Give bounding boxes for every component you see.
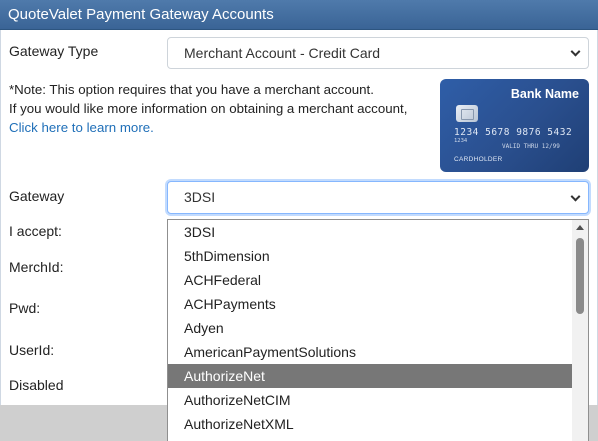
card-sub-number: 1234 [454,138,468,144]
card-expiry: VALID THRU 12/99 [502,143,560,150]
card-expiry-date: 12/99 [541,143,560,150]
card-chip-icon [456,105,478,122]
i-accept-label: I accept: [9,223,62,239]
merch-id-label: MerchId: [9,259,64,275]
user-id-label: UserId: [9,342,55,358]
chevron-down-icon [570,46,581,57]
dropdown-option-highlighted[interactable]: AuthorizeNet [168,364,573,388]
gateway-type-label: Gateway Type [9,43,99,59]
card-valid-label: VALID THRU [502,143,539,150]
disabled-label: Disabled [9,377,64,393]
card-bank-name: Bank Name [510,87,579,101]
dropdown-option[interactable]: 3DSI [168,220,573,244]
dropdown-option[interactable]: ACHFederal [168,268,573,292]
gateway-type-value: Merchant Account - Credit Card [184,45,381,61]
dropdown-scrollbar[interactable] [572,220,588,441]
gateway-type-select[interactable]: Merchant Account - Credit Card [167,37,589,69]
window-title: QuoteValet Payment Gateway Accounts [0,0,598,30]
credit-card-image: Bank Name 1234 5678 9876 5432 1234 VALID… [440,79,589,172]
dropdown-option[interactable]: Adyen [168,316,573,340]
panel-border-left [0,30,1,405]
gateway-label: Gateway [9,188,65,204]
card-number: 1234 5678 9876 5432 [454,127,573,138]
pwd-label: Pwd: [9,300,41,316]
card-holder: CARDHOLDER [454,156,503,163]
gateway-select[interactable]: 3DSI [167,181,589,214]
learn-more-link[interactable]: Click here to learn more. [9,120,154,135]
scroll-thumb[interactable] [576,238,584,314]
dropdown-option[interactable]: AuthorizeNetXML [168,412,573,436]
gateway-dropdown-list[interactable]: 3DSI 5thDimension ACHFederal ACHPayments… [167,219,589,441]
dropdown-option[interactable]: AmericanPaymentSolutions [168,340,573,364]
dropdown-option[interactable]: ACHPayments [168,292,573,316]
chevron-down-icon [570,191,581,202]
dropdown-option[interactable]: AuthorizeNetCIM [168,388,573,412]
note-line-1: *Note: This option requires that you hav… [9,82,374,97]
gateway-value: 3DSI [184,189,216,205]
dropdown-option[interactable]: 5thDimension [168,244,573,268]
scroll-up-arrow-icon[interactable] [576,225,584,230]
merchant-note: *Note: This option requires that you hav… [9,80,439,137]
note-line-2: If you would like more information on ob… [9,101,408,116]
